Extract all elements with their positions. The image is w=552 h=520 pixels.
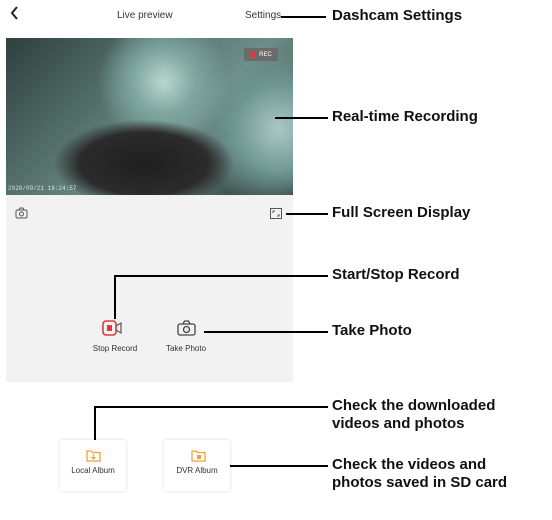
video-timestamp: 2020/09/21 18:24:57 <box>8 185 77 192</box>
page-title: Live preview <box>117 10 173 21</box>
stop-record-button[interactable]: Stop Record <box>85 320 145 360</box>
local-album-label: Local Album <box>71 466 115 475</box>
rec-label: REC <box>259 51 272 58</box>
callout-start-stop: Start/Stop Record <box>332 266 460 283</box>
chevron-left-icon <box>10 6 18 20</box>
callout-settings: Dashcam Settings <box>332 7 463 24</box>
folder-sd-icon <box>191 450 206 462</box>
callout-line-fullscreen <box>286 213 328 215</box>
callout-sd-2: photos saved in SD card <box>332 474 508 491</box>
callout-sd-1: Check the videos and <box>332 456 487 473</box>
camera-icon <box>177 320 196 336</box>
fullscreen-icon[interactable] <box>270 208 282 219</box>
record-icon <box>102 320 122 336</box>
local-album-card[interactable]: Local Album <box>60 440 126 491</box>
callout-line-recording <box>275 117 328 119</box>
callout-recording: Real-time Recording <box>332 108 478 125</box>
folder-download-icon <box>86 450 101 462</box>
camera-icon[interactable] <box>15 207 28 219</box>
callout-take-photo: Take Photo <box>332 322 412 339</box>
record-dot-icon <box>250 51 257 58</box>
take-photo-label: Take Photo <box>165 344 207 353</box>
callout-downloaded-2: videos and photos <box>332 415 465 432</box>
callout-line-start-stop-v <box>114 275 116 319</box>
live-preview-video[interactable]: REC 2020/09/21 18:24:57 <box>6 38 293 195</box>
stop-record-label: Stop Record <box>92 344 138 353</box>
callout-fullscreen: Full Screen Display <box>332 204 471 221</box>
callout-line-downloaded-h <box>94 406 328 408</box>
callout-line-settings <box>281 16 326 18</box>
dvr-album-label: DVR Album <box>176 466 218 475</box>
dvr-album-card[interactable]: DVR Album <box>164 440 230 491</box>
callout-line-sd <box>230 465 328 467</box>
settings-button[interactable]: Settings <box>245 10 281 21</box>
callout-downloaded-1: Check the downloaded <box>332 397 496 414</box>
callout-line-downloaded-v <box>94 406 96 440</box>
controls-panel: Stop Record Take Photo <box>6 195 293 382</box>
back-button[interactable] <box>10 6 20 24</box>
callout-line-take-photo <box>204 331 328 333</box>
take-photo-button[interactable]: Take Photo <box>159 320 213 360</box>
callout-line-start-stop-h <box>114 275 328 277</box>
recording-badge: REC <box>244 48 278 61</box>
